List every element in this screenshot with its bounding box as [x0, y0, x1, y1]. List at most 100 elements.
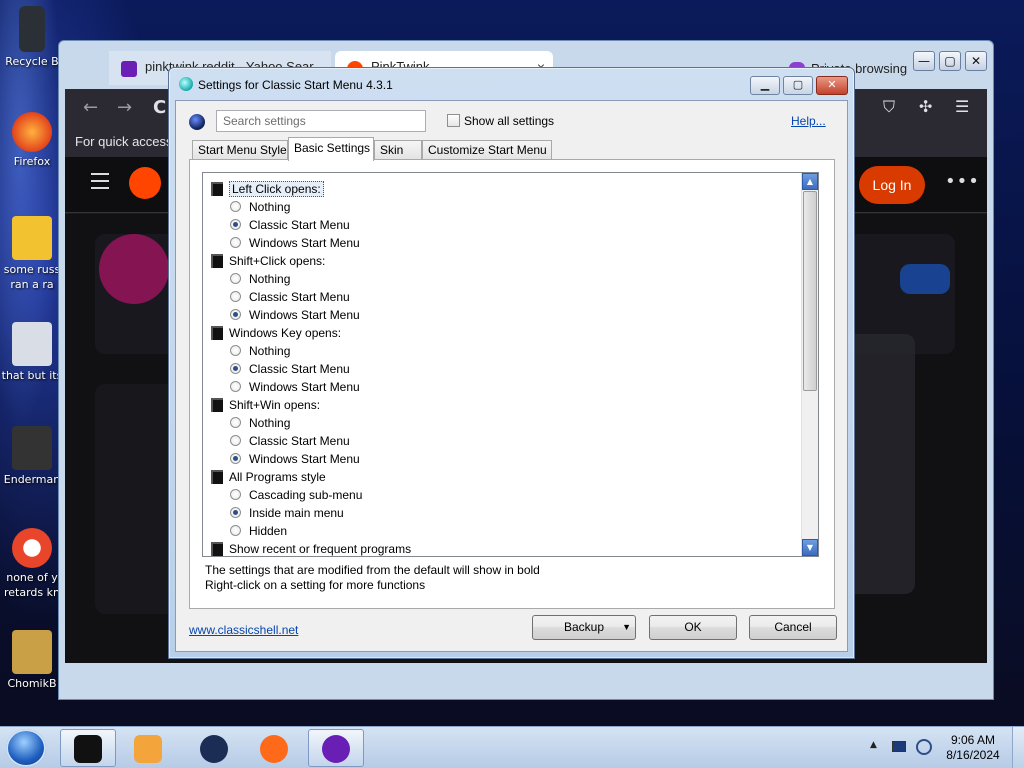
- radio-unchecked-icon[interactable]: [230, 435, 241, 446]
- radio-unchecked-icon[interactable]: [230, 525, 241, 536]
- reload-icon[interactable]: C: [153, 97, 166, 118]
- setting-option[interactable]: Classic Start Menu: [203, 216, 350, 234]
- setting-option[interactable]: Windows Start Menu: [203, 450, 360, 468]
- join-button[interactable]: [900, 264, 950, 294]
- cancel-button[interactable]: Cancel: [749, 615, 837, 640]
- setting-option[interactable]: Hidden: [203, 522, 287, 540]
- taskbar-item-firefox-private[interactable]: [308, 729, 364, 767]
- desktop-icon-that-but-its[interactable]: that but its: [0, 322, 64, 383]
- basic-settings-panel: Left Click opens: Nothing Classic Start Me…: [189, 159, 835, 609]
- radio-checked-icon[interactable]: [230, 363, 241, 374]
- desktop-icon-some-russ[interactable]: some russ ran a ra: [0, 216, 64, 292]
- reddit-logo-icon[interactable]: [129, 167, 161, 199]
- radio-checked-icon[interactable]: [230, 219, 241, 230]
- setting-option[interactable]: Windows Start Menu: [203, 234, 360, 252]
- monitor-tray-icon[interactable]: [892, 741, 906, 752]
- network-tray-icon[interactable]: [916, 739, 932, 755]
- taskbar-item-media-player[interactable]: [120, 729, 176, 767]
- desktop-icon-label-line2: retards kn: [4, 586, 60, 599]
- login-button[interactable]: Log In: [859, 166, 925, 204]
- classicshell-website-link[interactable]: www.classicshell.net: [189, 623, 298, 637]
- radio-unchecked-icon[interactable]: [230, 273, 241, 284]
- checkbox-box[interactable]: [447, 114, 460, 127]
- radio-checked-icon[interactable]: [230, 309, 241, 320]
- system-clock[interactable]: 9:06 AM 8/16/2024: [942, 733, 1004, 763]
- setting-option[interactable]: Windows Start Menu: [203, 306, 360, 324]
- scroll-down-icon[interactable]: ▼: [802, 539, 818, 556]
- vertical-scrollbar[interactable]: ▲ ▼: [801, 173, 818, 556]
- dialog-maximize-button[interactable]: ▢: [783, 76, 813, 95]
- setting-group-icon: [211, 398, 223, 412]
- setting-option[interactable]: Nothing: [203, 198, 290, 216]
- help-link[interactable]: Help...: [791, 114, 826, 128]
- radio-unchecked-icon[interactable]: [230, 489, 241, 500]
- setting-option[interactable]: Classic Start Menu: [203, 360, 350, 378]
- desktop-icon-enderman[interactable]: Enderman: [0, 426, 64, 487]
- setting-group[interactable]: Shift+Click opens:: [203, 252, 325, 270]
- setting-option[interactable]: Classic Start Menu: [203, 288, 350, 306]
- taskbar-item-firefox[interactable]: [246, 729, 302, 767]
- show-all-settings-checkbox[interactable]: Show all settings: [447, 114, 554, 128]
- tab-skin[interactable]: Skin: [374, 140, 422, 160]
- setting-group-icon: [211, 542, 223, 556]
- tab-basic-settings[interactable]: Basic Settings: [288, 137, 374, 161]
- setting-group[interactable]: Windows Key opens:: [203, 324, 341, 342]
- show-all-settings-label: Show all settings: [464, 114, 555, 128]
- scroll-up-icon[interactable]: ▲: [802, 173, 818, 190]
- setting-group[interactable]: Show recent or frequent programs: [203, 540, 411, 556]
- window-minimize-button[interactable]: —: [913, 51, 935, 71]
- setting-group[interactable]: All Programs style: [203, 468, 326, 486]
- setting-option[interactable]: Nothing: [203, 414, 290, 432]
- radio-unchecked-icon[interactable]: [230, 237, 241, 248]
- radio-unchecked-icon[interactable]: [230, 345, 241, 356]
- setting-group-icon: [211, 254, 223, 268]
- dialog-close-button[interactable]: ✕: [816, 76, 848, 95]
- setting-option[interactable]: Classic Start Menu: [203, 432, 350, 450]
- firefox-icon: [260, 735, 288, 763]
- extensions-icon[interactable]: ✣: [919, 97, 932, 116]
- setting-option[interactable]: Nothing: [203, 270, 290, 288]
- tab-start-menu-style[interactable]: Start Menu Style: [192, 140, 288, 160]
- taskbar-item-globe-app[interactable]: [186, 729, 242, 767]
- radio-checked-icon[interactable]: [230, 453, 241, 464]
- radio-unchecked-icon[interactable]: [230, 381, 241, 392]
- more-options-icon[interactable]: •••: [945, 171, 980, 192]
- desktop-icon-none-of-y[interactable]: none of y retards kn: [0, 528, 64, 600]
- window-close-button[interactable]: ✕: [965, 51, 987, 71]
- setting-label: Cascading sub-menu: [249, 488, 363, 502]
- firefox-private-icon: [322, 735, 350, 763]
- setting-option[interactable]: Cascading sub-menu: [203, 486, 362, 504]
- setting-option[interactable]: Nothing: [203, 342, 290, 360]
- pocket-icon[interactable]: ⛉: [883, 97, 895, 117]
- ok-button[interactable]: OK: [649, 615, 737, 640]
- tab-customize-start-menu[interactable]: Customize Start Menu: [422, 140, 552, 160]
- dialog-minimize-button[interactable]: ▁: [750, 76, 780, 95]
- radio-checked-icon[interactable]: [230, 507, 241, 518]
- window-maximize-button[interactable]: ▢: [939, 51, 961, 71]
- back-arrow-icon[interactable]: ←: [83, 97, 98, 118]
- start-button[interactable]: [6, 729, 46, 767]
- radio-unchecked-icon[interactable]: [230, 417, 241, 428]
- show-hidden-icons-arrow[interactable]: ▲: [870, 740, 877, 750]
- radio-unchecked-icon[interactable]: [230, 201, 241, 212]
- show-desktop-button[interactable]: [1012, 727, 1024, 768]
- reddit-menu-icon[interactable]: [91, 173, 109, 194]
- hint-text-bold-settings: The settings that are modified from the …: [205, 563, 540, 577]
- setting-group[interactable]: Left Click opens:: [203, 180, 324, 198]
- desktop-icon-recycle-bin[interactable]: Recycle B: [0, 6, 64, 69]
- firefox-icon: [12, 112, 52, 152]
- desktop-icon-label: ChomikB: [7, 677, 57, 690]
- taskbar-item-terminal[interactable]: [60, 729, 116, 767]
- desktop-icon-firefox[interactable]: Firefox: [0, 112, 64, 169]
- setting-label: Nothing: [249, 344, 291, 358]
- setting-option[interactable]: Inside main menu: [203, 504, 344, 522]
- radio-unchecked-icon[interactable]: [230, 291, 241, 302]
- backup-button[interactable]: Backup ▼: [532, 615, 636, 640]
- forward-arrow-icon[interactable]: →: [117, 97, 132, 118]
- search-settings-input[interactable]: [216, 110, 426, 132]
- scrollbar-thumb[interactable]: [803, 191, 817, 391]
- hamburger-menu-icon[interactable]: ☰: [955, 97, 969, 116]
- desktop-icon-chomikb[interactable]: ChomikB: [0, 630, 64, 691]
- setting-option[interactable]: Windows Start Menu: [203, 378, 360, 396]
- setting-group[interactable]: Shift+Win opens:: [203, 396, 320, 414]
